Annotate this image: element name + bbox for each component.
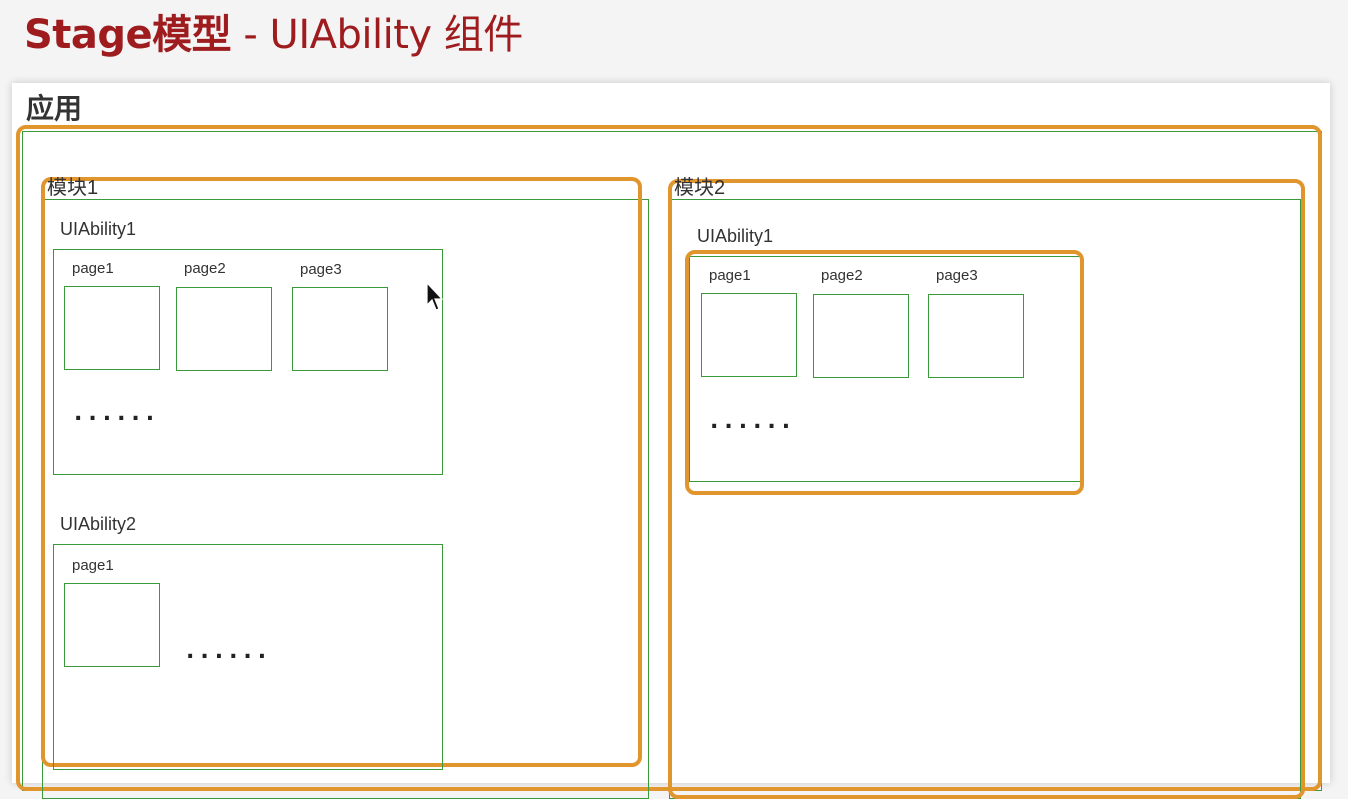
app-label: 应用 bbox=[26, 92, 83, 125]
module-1-ability-1-page-2-label: page2 bbox=[184, 260, 226, 277]
module-1-ability-1-page-3 bbox=[292, 287, 388, 371]
mouse-pointer-icon bbox=[426, 282, 444, 311]
slide-title: Stage模型 - UIAbility 组件 bbox=[24, 2, 523, 60]
module-1-ability-1-label: UIAbility1 bbox=[60, 219, 137, 239]
module-2-ability-1-label: UIAbility1 bbox=[697, 226, 774, 246]
module-2-ability-1-page-2 bbox=[813, 294, 909, 378]
module-1-ability-2-page-1 bbox=[64, 583, 160, 667]
module-1-ability-2-ellipsis: ...... bbox=[186, 639, 273, 664]
module-2-label: 模块2 bbox=[674, 177, 726, 199]
module-1-ability-1-ellipsis: ...... bbox=[74, 401, 161, 426]
module-1-ability-1-page-2 bbox=[176, 287, 272, 371]
module-2-ability-1-ellipsis: ...... bbox=[710, 409, 797, 434]
module-2-ability-1-page-1 bbox=[701, 293, 797, 377]
module-2-ability-1-page-3 bbox=[928, 294, 1024, 378]
module-1-ability-1-page-1-label: page1 bbox=[72, 260, 114, 277]
slide-title-light: - UIAbility 组件 bbox=[231, 12, 523, 58]
module-1-label: 模块1 bbox=[47, 177, 99, 199]
module-2-ability-1-page-3-label: page3 bbox=[936, 267, 978, 284]
module-1-ability-2-page-1-label: page1 bbox=[72, 557, 114, 574]
module-1-ability-2-label: UIAbility2 bbox=[60, 514, 137, 534]
diagram-panel: 应用 模块1 UIAbility1 page1 page2 page3 ....… bbox=[12, 83, 1330, 799]
module-1-ability-1-page-1 bbox=[64, 286, 160, 370]
slide-title-bold: Stage模型 bbox=[24, 12, 232, 58]
module-2-ability-1-page-2-label: page2 bbox=[821, 267, 863, 284]
module-2-ability-1-page-1-label: page1 bbox=[709, 267, 751, 284]
module-1-ability-1-page-3-label: page3 bbox=[300, 261, 342, 278]
